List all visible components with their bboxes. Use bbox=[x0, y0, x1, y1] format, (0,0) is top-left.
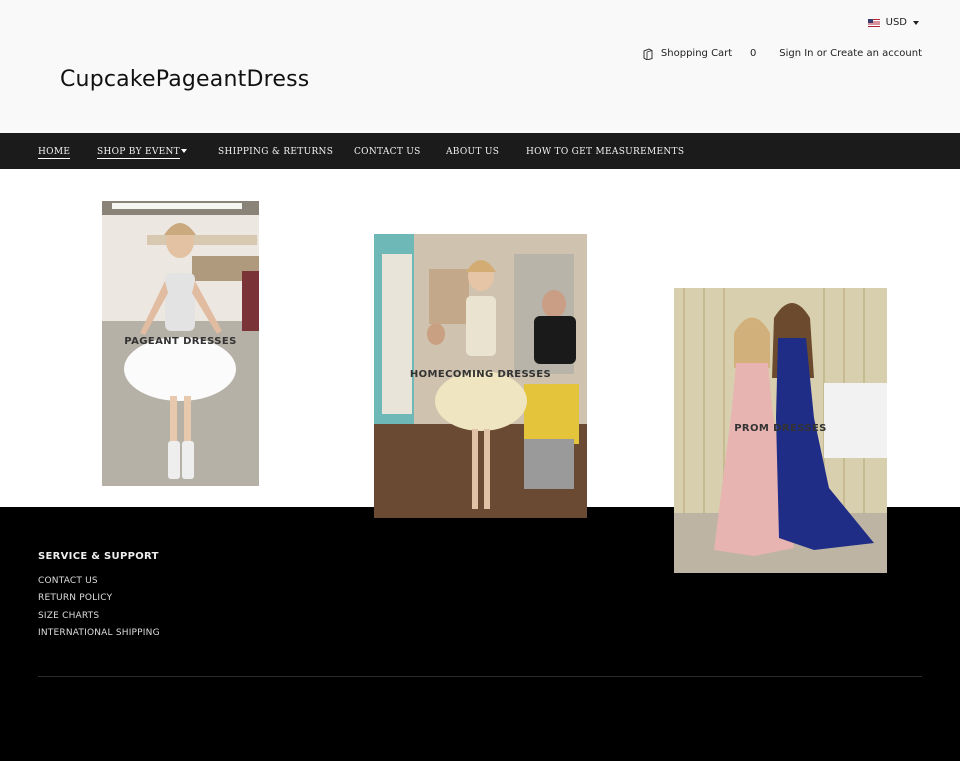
footer-link-return-policy[interactable]: RETURN POLICY bbox=[38, 593, 160, 610]
collection-label-pageant: PAGEANT DRESSES bbox=[124, 336, 237, 347]
cart-count: 0 bbox=[750, 48, 757, 59]
nav-about-us[interactable]: ABOUT US bbox=[446, 147, 499, 157]
collection-tile-pageant[interactable]: PAGEANT DRESSES bbox=[102, 201, 259, 486]
chevron-down-icon bbox=[913, 20, 919, 25]
currency-label: USD bbox=[885, 17, 907, 28]
currency-selector[interactable]: USD bbox=[867, 17, 919, 28]
site-header: USD Shopping Cart 0 Sign In or Create an… bbox=[0, 0, 960, 133]
cart-label: Shopping Cart bbox=[660, 48, 733, 59]
nav-contact-us[interactable]: CONTACT US bbox=[354, 147, 421, 157]
footer-link-international-shipping[interactable]: INTERNATIONAL SHIPPING bbox=[38, 628, 160, 645]
site-logo[interactable]: CupcakePageantDress bbox=[60, 67, 309, 92]
collection-label-homecoming: HOMECOMING DRESSES bbox=[409, 369, 552, 380]
footer-link-contact-us[interactable]: CONTACT US bbox=[38, 576, 160, 593]
user-bar: Shopping Cart 0 Sign In or Create an acc… bbox=[643, 47, 922, 60]
shopping-bag-icon bbox=[643, 48, 653, 60]
sign-in-link[interactable]: Sign In bbox=[779, 48, 813, 59]
footer-links: CONTACT US RETURN POLICY SIZE CHARTS INT… bbox=[38, 576, 160, 645]
collection-tile-prom[interactable]: PROM DRESSES bbox=[674, 288, 887, 573]
nav-shipping-returns[interactable]: SHIPPING & RETURNS bbox=[218, 147, 333, 157]
account-links: Sign In or Create an account bbox=[779, 48, 922, 59]
collection-tile-homecoming[interactable]: HOMECOMING DRESSES bbox=[374, 234, 587, 518]
or-text: or bbox=[816, 48, 827, 59]
us-flag-icon bbox=[867, 18, 880, 27]
create-account-link[interactable]: Create an account bbox=[830, 48, 922, 59]
nav-how-to-measure[interactable]: HOW TO GET MEASUREMENTS bbox=[526, 147, 684, 157]
nav-shop-by-event[interactable]: SHOP BY EVENT bbox=[97, 147, 180, 159]
shopping-cart-link[interactable]: Shopping Cart 0 bbox=[643, 47, 760, 60]
footer-divider bbox=[38, 676, 922, 677]
footer-link-size-charts[interactable]: SIZE CHARTS bbox=[38, 611, 160, 628]
chevron-down-icon bbox=[181, 149, 187, 153]
footer-title: SERVICE & SUPPORT bbox=[38, 551, 159, 562]
nav-home[interactable]: HOME bbox=[38, 147, 71, 159]
collection-label-prom: PROM DRESSES bbox=[734, 423, 827, 434]
